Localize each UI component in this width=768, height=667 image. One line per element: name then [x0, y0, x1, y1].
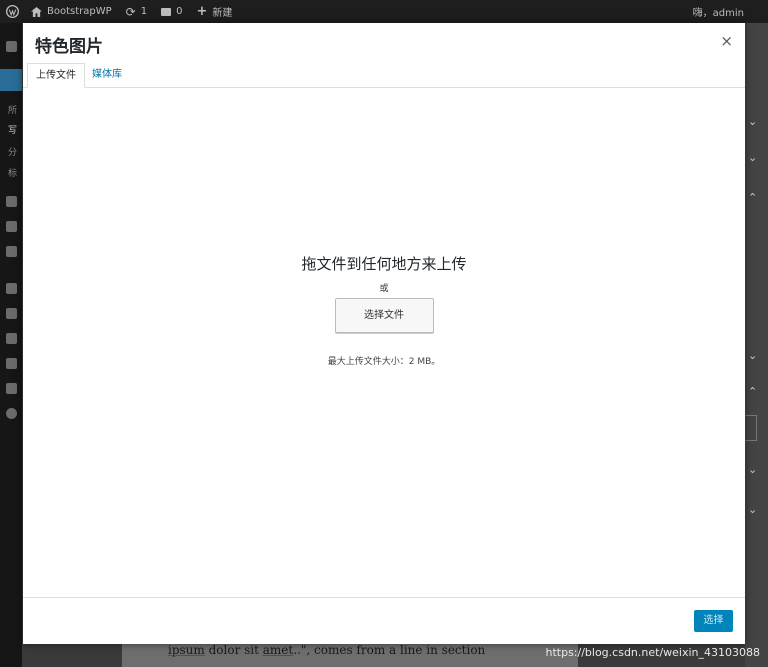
media-icon[interactable] — [6, 196, 17, 207]
panel-input[interactable] — [745, 415, 757, 441]
admin-sidebar: 所 写 分 标 — [0, 23, 22, 667]
appearance-icon[interactable] — [6, 283, 17, 294]
drop-instructions: 拖文件到任何地方来上传 — [301, 255, 467, 273]
chevron-down-icon[interactable]: ⌄ — [748, 503, 757, 516]
chevron-up-icon[interactable]: ⌃ — [748, 385, 757, 398]
close-icon[interactable]: × — [720, 34, 733, 49]
or-separator: 或 — [379, 284, 389, 294]
modal-tabs: 上传文件 媒体库 — [23, 63, 745, 88]
refresh-icon: ⟳ — [125, 4, 136, 19]
updates-link[interactable]: ⟳ 1 — [126, 5, 147, 19]
comments-menu-icon[interactable] — [6, 246, 17, 257]
site-name-link[interactable]: BootstrapWP — [31, 6, 112, 17]
wordpress-logo-icon[interactable] — [6, 5, 19, 18]
chevron-down-icon[interactable]: ⌄ — [748, 151, 757, 164]
chevron-down-icon[interactable]: ⌄ — [748, 349, 757, 362]
sidebar-label-2[interactable]: 分 — [8, 145, 17, 158]
admin-bar: BootstrapWP ⟳ 1 0 + 新建 嗨，admin — [0, 0, 768, 23]
pages-icon[interactable] — [6, 221, 17, 232]
editor-text: amet — [262, 644, 294, 657]
updates-count: 1 — [140, 6, 148, 17]
chevron-up-icon[interactable]: ⌃ — [748, 191, 757, 204]
dashboard-icon[interactable] — [6, 41, 17, 52]
modal-title: 特色图片 — [35, 37, 103, 57]
editor-text: ipsum — [168, 644, 205, 657]
post-sidebar-panels: ⌄ ⌄ ⌃ ⌄ ⌃ ⌄ ⌄ — [745, 23, 768, 667]
editor-text: ..", comes from a line in section — [293, 644, 486, 657]
sidebar-label-1[interactable]: 写 — [8, 123, 17, 136]
editor-text: dolor sit — [204, 644, 263, 657]
sidebar-label-3[interactable]: 标 — [8, 166, 17, 179]
modal-toolbar: 选择 — [23, 597, 745, 644]
tab-media-library[interactable]: 媒体库 — [84, 63, 130, 86]
watermark-url: https://blog.csdn.net/weixin_43103088 — [545, 646, 760, 659]
account-greeting[interactable]: 嗨，admin — [693, 4, 744, 19]
plugins-icon[interactable] — [6, 308, 17, 319]
site-name: BootstrapWP — [47, 6, 112, 17]
posts-icon[interactable] — [0, 69, 22, 91]
new-content-link[interactable]: + 新建 — [196, 4, 232, 19]
comments-count: 0 — [176, 6, 183, 17]
users-icon[interactable] — [6, 333, 17, 344]
editor-content-fragment: ipsum dolor sit amet..", comes from a li… — [122, 644, 578, 667]
new-label: 新建 — [212, 8, 233, 19]
choose-button[interactable]: 选择 — [694, 610, 733, 632]
chevron-down-icon[interactable]: ⌄ — [748, 463, 757, 476]
select-files-button[interactable]: 选择文件 — [334, 298, 434, 333]
settings-icon[interactable] — [6, 383, 17, 394]
home-icon — [31, 6, 42, 17]
tools-icon[interactable] — [6, 358, 17, 369]
featured-image-modal: 特色图片 × 上传文件 媒体库 拖文件到任何地方来上传 或 选择文件 最大上传文… — [23, 23, 745, 644]
tab-upload-files[interactable]: 上传文件 — [27, 63, 85, 88]
comments-link[interactable]: 0 — [161, 6, 182, 17]
sidebar-label-0[interactable]: 所 — [8, 103, 17, 116]
collapse-menu-icon[interactable] — [6, 408, 17, 419]
comment-icon — [161, 7, 172, 16]
chevron-down-icon[interactable]: ⌄ — [748, 115, 757, 128]
upload-drop-zone[interactable]: 拖文件到任何地方来上传 或 选择文件 最大上传文件大小：2 MB。 — [23, 253, 745, 367]
plus-icon: + — [196, 4, 208, 19]
max-upload-size: 最大上传文件大小：2 MB。 — [327, 357, 441, 367]
